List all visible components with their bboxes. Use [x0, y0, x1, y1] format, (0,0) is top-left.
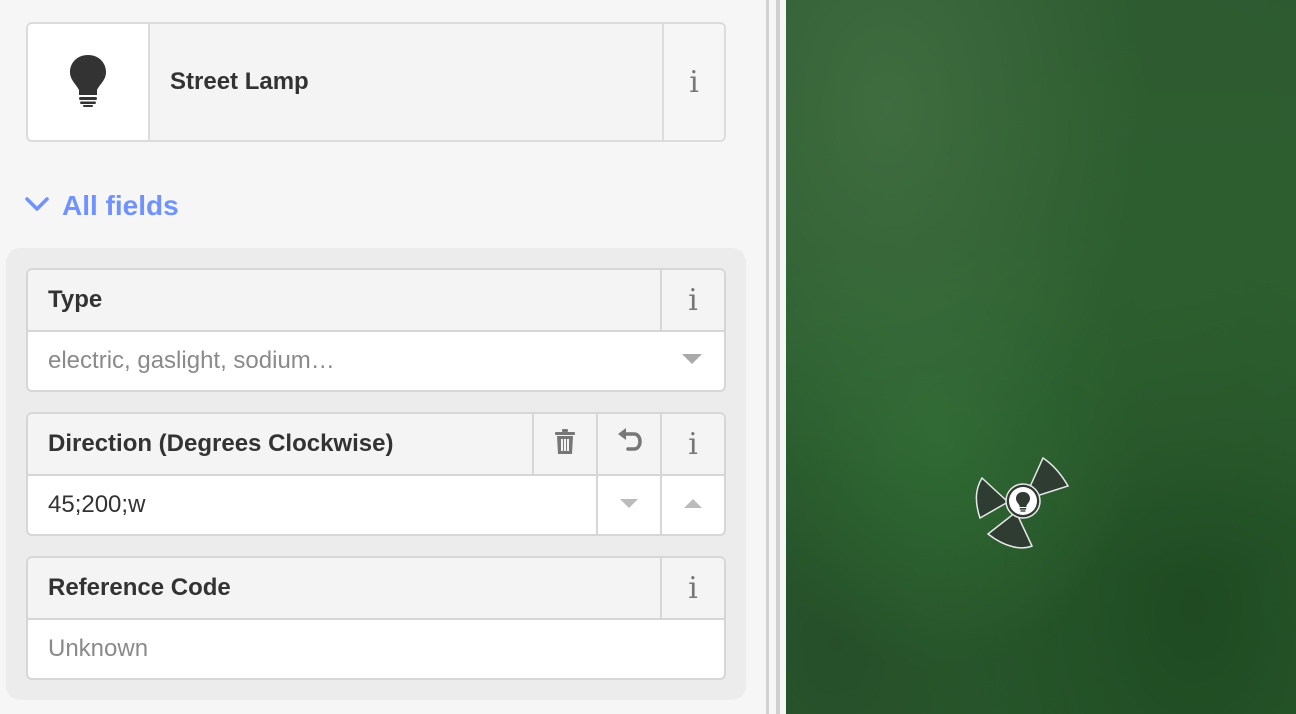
- resizer-line: [766, 0, 769, 714]
- preset-info-button[interactable]: i: [662, 24, 724, 140]
- undo-icon: [616, 427, 642, 461]
- preset-icon-box[interactable]: [28, 24, 150, 140]
- field-reference-code: Reference Code i Unknown: [26, 556, 726, 680]
- field-reference-label: Reference Code: [48, 574, 231, 601]
- all-fields-toggle[interactable]: All fields: [24, 186, 179, 226]
- field-direction-label: Direction (Degrees Clockwise): [48, 430, 394, 457]
- field-type-header: Type i: [28, 270, 724, 332]
- triangle-down-icon: [681, 352, 703, 370]
- field-type-info-button[interactable]: i: [660, 270, 724, 330]
- type-combo-input[interactable]: electric, gaslight, sodium…: [28, 332, 660, 390]
- field-direction-header: Direction (Degrees Clockwise) i: [28, 414, 724, 476]
- street-lamp-vertex[interactable]: [956, 440, 1086, 570]
- map-view[interactable]: [786, 0, 1296, 714]
- field-reference-info-button[interactable]: i: [660, 558, 724, 618]
- field-direction-input-row: 45;200;w: [28, 476, 724, 534]
- triangle-up-icon: [683, 496, 703, 514]
- preset-selector[interactable]: Street Lamp i: [26, 22, 726, 142]
- trash-icon: [554, 428, 576, 460]
- inspector-sidebar: Street Lamp i All fields Type i electric…: [0, 0, 766, 714]
- decrement-button[interactable]: [596, 476, 660, 534]
- preset-name[interactable]: Street Lamp: [150, 24, 662, 140]
- field-direction-info-button[interactable]: i: [660, 414, 724, 474]
- direction-input[interactable]: 45;200;w: [28, 476, 596, 534]
- all-fields-label: All fields: [62, 190, 179, 221]
- field-reference-input-row: Unknown: [28, 620, 724, 678]
- field-type-label: Type: [48, 286, 103, 313]
- reference-code-input[interactable]: Unknown: [28, 620, 724, 678]
- increment-button[interactable]: [660, 476, 724, 534]
- undo-field-button[interactable]: [596, 414, 660, 474]
- remove-field-button[interactable]: [532, 414, 596, 474]
- field-direction: Direction (Degrees Clockwise) i 45;200;w: [26, 412, 726, 536]
- triangle-down-icon: [619, 496, 639, 514]
- pane-resizer[interactable]: [766, 0, 786, 714]
- viewfield-wedge-icon: [975, 476, 1010, 520]
- chevron-down-icon: [24, 195, 50, 218]
- fields-panel: Type i electric, gaslight, sodium… Direc…: [6, 248, 746, 700]
- field-reference-header: Reference Code i: [28, 558, 724, 620]
- combo-dropdown-caret[interactable]: [660, 332, 724, 390]
- street-lamp-vertex-icon[interactable]: [956, 440, 1086, 570]
- field-type: Type i electric, gaslight, sodium…: [26, 268, 726, 392]
- field-type-combo[interactable]: electric, gaslight, sodium…: [28, 332, 724, 390]
- lightbulb-icon: [68, 53, 108, 112]
- resizer-line: [776, 0, 780, 714]
